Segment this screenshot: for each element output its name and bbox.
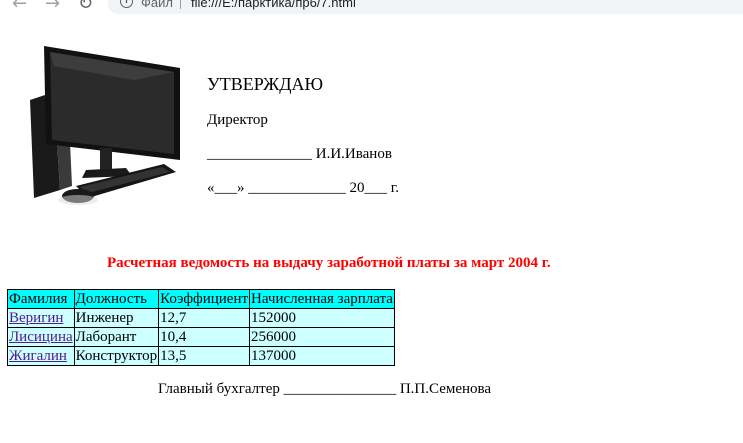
cell-salary: 137000	[249, 346, 395, 366]
cell-surname: Лисицина	[7, 327, 75, 347]
table-row: Веригин Инженер 12,7 152000	[7, 308, 395, 328]
table-header-row: Фамилия Должность Коэффициент Начисленна…	[7, 289, 395, 309]
header-position: Должность	[73, 289, 160, 309]
cell-coefficient: 10,4	[158, 327, 251, 347]
approval-signature-line: ______________ И.И.Иванов	[207, 146, 392, 162]
header-salary: Начисленная зарплата	[249, 289, 395, 309]
chief-accountant-signature: Главный бухгалтер _______________ П.П.Се…	[158, 381, 492, 397]
cell-surname: Веригин	[7, 308, 75, 328]
cell-coefficient: 13,5	[158, 346, 251, 366]
cell-position: Лаборант	[73, 327, 160, 347]
url-text[interactable]: file:///E:/парктика/пр6/7.html	[191, 0, 356, 10]
surname-link[interactable]: Лисицина	[9, 329, 73, 345]
cell-position: Инженер	[73, 308, 160, 328]
approval-date-line: «___» _____________ 20___ г.	[207, 180, 399, 196]
back-arrow-icon[interactable]: ←	[12, 0, 27, 13]
address-separator	[180, 0, 181, 9]
header-surname: Фамилия	[7, 289, 75, 309]
salary-table: Фамилия Должность Коэффициент Начисленна…	[7, 289, 395, 366]
header-coefficient: Коэффициент	[158, 289, 251, 309]
scheme-label: Файл	[141, 0, 173, 10]
forward-arrow-icon[interactable]: →	[45, 0, 60, 13]
cell-position: Конструктор	[73, 346, 160, 366]
surname-link[interactable]: Веригин	[9, 310, 63, 326]
surname-link[interactable]: Жигалин	[9, 348, 67, 364]
computer-image	[30, 46, 180, 205]
approval-role: Директор	[207, 112, 268, 128]
approval-title: УТВЕРЖДАЮ	[207, 74, 324, 94]
reload-icon[interactable]: ↻	[78, 0, 93, 13]
browser-toolbar: ← → ↻ i Файл file:///E:/парктика/пр6/7.h…	[0, 0, 743, 16]
document-title: Расчетная ведомость на выдачу заработной…	[107, 255, 551, 271]
table-row: Лисицина Лаборант 10,4 256000	[7, 327, 395, 347]
table-row: Жигалин Конструктор 13,5 137000	[7, 346, 395, 366]
cell-surname: Жигалин	[7, 346, 75, 366]
cell-salary: 152000	[249, 308, 395, 328]
cell-coefficient: 12,7	[158, 308, 251, 328]
cell-salary: 256000	[249, 327, 395, 347]
